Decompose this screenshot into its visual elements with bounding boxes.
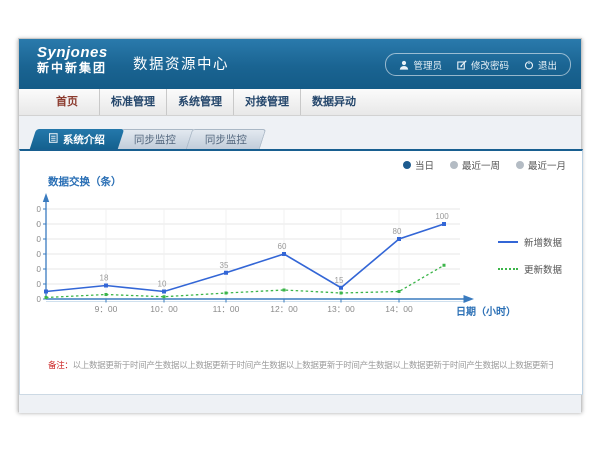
radio-label: 最近一月 — [528, 158, 566, 172]
tab-2[interactable]: 同步监控 — [115, 129, 195, 149]
radio-label: 当日 — [415, 158, 434, 172]
radio-dot — [516, 161, 524, 169]
logout-label: 退出 — [538, 58, 557, 72]
user-icon — [399, 60, 409, 70]
app-window: Synjones 新中新集团 数据资源中心 管理员 修改密码 — [18, 38, 582, 412]
svg-text:0: 0 — [37, 295, 42, 304]
svg-text:20: 20 — [36, 280, 42, 289]
tab-label: 同步监控 — [134, 132, 176, 147]
user-menu[interactable]: 管理员 — [399, 58, 442, 72]
radio-option-3[interactable]: 最近一月 — [516, 158, 566, 172]
edit-icon — [457, 60, 467, 70]
svg-text:60: 60 — [36, 250, 42, 259]
power-icon — [524, 60, 534, 70]
radio-option-1[interactable]: 当日 — [403, 158, 434, 172]
svg-text:100: 100 — [36, 220, 42, 229]
logout-button[interactable]: 退出 — [524, 58, 557, 72]
document-icon — [49, 133, 58, 146]
nav-item-5[interactable]: 数据异动 — [300, 89, 367, 115]
svg-text:100: 100 — [435, 212, 449, 221]
svg-text:10：00: 10：00 — [150, 304, 178, 314]
user-toolbar: 管理员 修改密码 退出 — [385, 53, 571, 76]
svg-text:35: 35 — [220, 261, 229, 270]
radio-dot — [403, 161, 411, 169]
chart-x-axis-title: 日期（小时） — [456, 303, 516, 318]
radio-dot — [450, 161, 458, 169]
svg-text:12：00: 12：00 — [270, 304, 298, 314]
nav-item-4[interactable]: 对接管理 — [233, 89, 300, 115]
system-intro-panel: 当日 最近一周 最近一月 数据交换（条） 0 20 40 60 80 100 120 9：00 10… — [19, 149, 583, 395]
content: 系统介绍 同步监控 同步监控 当日 最近一周 最近一月 数据交换（条） 0 20 40 60 8… — [19, 116, 581, 413]
svg-text:10: 10 — [158, 280, 167, 289]
tab-label: 同步监控 — [205, 132, 247, 147]
svg-text:11：00: 11：00 — [213, 304, 240, 314]
tab-label: 系统介绍 — [63, 132, 105, 147]
chart-y-axis-title: 数据交换（条） — [48, 174, 122, 189]
page: Synjones 新中新集团 数据资源中心 管理员 修改密码 — [0, 0, 600, 450]
legend-item-update-data: 更新数据 — [498, 262, 562, 276]
chart-legend: 新增数据 更新数据 — [498, 235, 562, 289]
svg-text:60: 60 — [278, 242, 287, 251]
svg-text:18: 18 — [100, 274, 109, 283]
range-radio-group: 当日 最近一周 最近一月 — [403, 158, 566, 172]
logo-company: 新中新集团 — [37, 62, 108, 75]
footnote-prefix: 备注： — [48, 360, 73, 370]
svg-text:40: 40 — [36, 265, 42, 274]
logo: Synjones 新中新集团 — [37, 45, 108, 75]
tab-3[interactable]: 同步监控 — [186, 129, 266, 149]
nav-item-2[interactable]: 标准管理 — [99, 89, 166, 115]
legend-line-solid — [498, 241, 518, 243]
radio-option-2[interactable]: 最近一周 — [450, 158, 500, 172]
legend-label: 新增数据 — [524, 235, 562, 249]
data-exchange-line-chart: 0 20 40 60 80 100 120 9：00 10：00 11：00 12：00 13：00 1… — [36, 191, 496, 323]
legend-label: 更新数据 — [524, 262, 562, 276]
legend-item-new-data: 新增数据 — [498, 235, 562, 249]
svg-text:80: 80 — [36, 235, 42, 244]
svg-text:14：00: 14：00 — [385, 304, 413, 314]
svg-text:13：00: 13：00 — [327, 304, 355, 314]
change-password-label: 修改密码 — [471, 58, 509, 72]
change-password-button[interactable]: 修改密码 — [457, 58, 509, 72]
header: Synjones 新中新集团 数据资源中心 管理员 修改密码 — [19, 39, 581, 89]
svg-text:80: 80 — [393, 227, 402, 236]
svg-text:15: 15 — [335, 276, 344, 285]
tab-1[interactable]: 系统介绍 — [30, 129, 124, 149]
user-label: 管理员 — [413, 58, 442, 72]
tab-bar: 系统介绍 同步监控 同步监控 — [33, 129, 260, 149]
nav-item-1[interactable]: 首页 — [35, 89, 99, 115]
page-title: 数据资源中心 — [133, 39, 229, 89]
legend-line-dotted — [498, 268, 518, 270]
footnote-text: 以上数据更新于时间产生数据以上数据更新于时间产生数据以上数据更新于时间产生数据以… — [73, 360, 553, 370]
svg-text:120: 120 — [36, 205, 42, 214]
radio-label: 最近一周 — [462, 158, 500, 172]
nav: 首页标准管理系统管理对接管理数据异动 — [19, 89, 581, 116]
logo-brand: Synjones — [37, 45, 108, 62]
svg-text:9：00: 9：00 — [95, 304, 118, 314]
nav-item-3[interactable]: 系统管理 — [166, 89, 233, 115]
footnote: 备注：以上数据更新于时间产生数据以上数据更新于时间产生数据以上数据更新于时间产生… — [48, 359, 553, 371]
